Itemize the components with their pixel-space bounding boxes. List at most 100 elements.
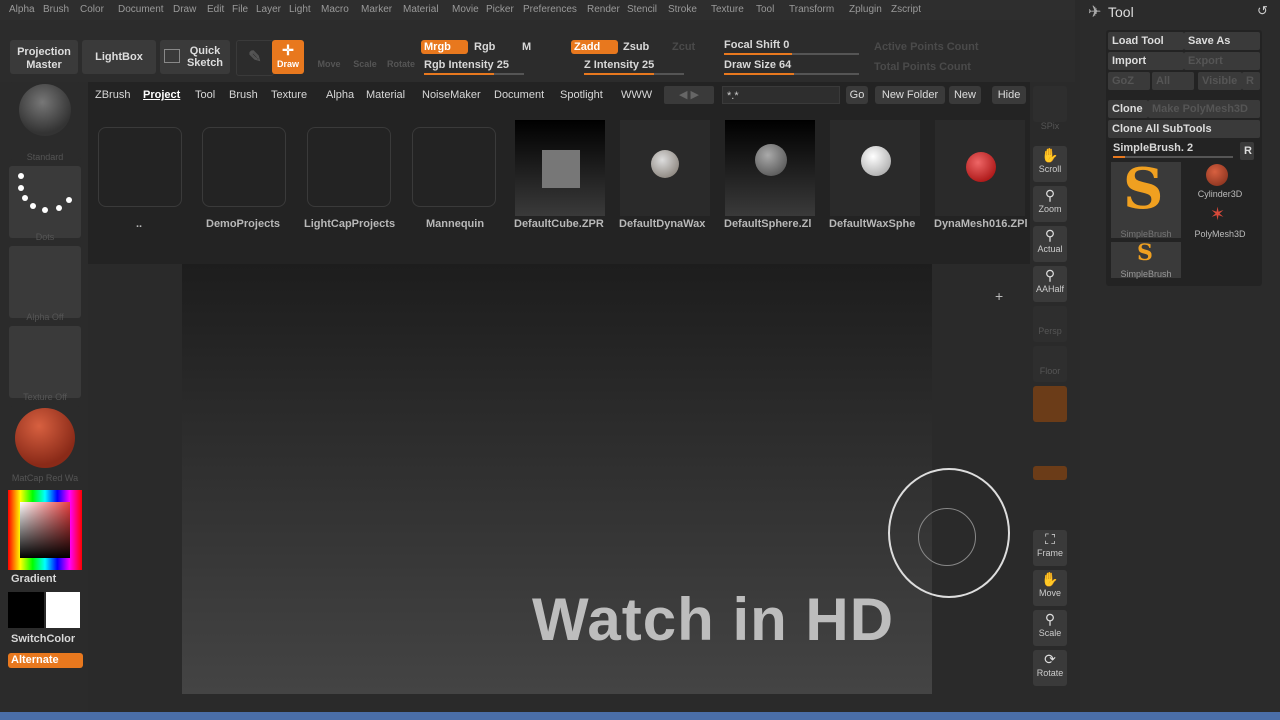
clone-button[interactable]: Clone [1108,100,1148,118]
menu-file[interactable]: File [232,4,248,15]
menu-brush[interactable]: Brush [43,4,69,15]
menu-draw[interactable]: Draw [173,4,196,15]
r-button-2[interactable]: R [1240,142,1254,160]
scale-mode-button[interactable]: Scale [348,40,382,74]
menu-movie[interactable]: Movie [452,4,479,15]
tab-noisemaker[interactable]: NoiseMaker [422,89,481,101]
projection-master-button[interactable]: Projection Master [10,40,78,74]
move-mode-button[interactable]: Move [312,40,346,74]
make-polymesh-button[interactable]: Make PolyMesh3D [1148,100,1260,118]
new-button[interactable]: New [949,86,981,104]
rgb-intensity-label[interactable]: Rgb Intensity 25 [424,59,509,71]
project-thumb-defaultdynawax[interactable] [620,120,710,216]
alpha-selector[interactable] [9,246,81,318]
tab-document[interactable]: Document [494,89,544,101]
menu-edit[interactable]: Edit [207,4,224,15]
menu-marker[interactable]: Marker [361,4,392,15]
brush-selector[interactable] [9,82,81,160]
menu-document[interactable]: Document [118,4,164,15]
project-thumb-defaultsphere[interactable] [725,120,815,216]
load-tool-button[interactable]: Load Tool [1108,32,1184,50]
menu-color[interactable]: Color [80,4,104,15]
floor-button[interactable]: Floor [1033,346,1067,382]
menu-stroke[interactable]: Stroke [668,4,697,15]
secondary-color-swatch[interactable] [46,592,80,628]
tab-alpha[interactable]: Alpha [326,89,354,101]
tool-thumb-simplebrush[interactable]: S [1111,156,1181,238]
visible-button[interactable]: Visible [1198,72,1242,90]
import-button[interactable]: Import [1108,52,1184,70]
tab-zbrush[interactable]: ZBrush [95,89,130,101]
draw-size-label[interactable]: Draw Size 64 [724,59,791,71]
menu-texture[interactable]: Texture [711,4,744,15]
r-button[interactable]: R [1242,72,1260,90]
aahalf-button[interactable]: ⚲ AAHalf [1033,266,1067,302]
color-square[interactable] [20,502,70,558]
polymesh3d-icon[interactable]: ✶ [1210,204,1225,225]
xyz-button[interactable] [1033,466,1067,480]
menu-tool[interactable]: Tool [756,4,774,15]
goz-button[interactable]: GoZ [1108,72,1150,90]
focal-shift-label[interactable]: Focal Shift 0 [724,39,789,51]
go-button[interactable]: Go [846,86,868,104]
new-folder-button[interactable]: New Folder [875,86,945,104]
zcut-button[interactable]: Zcut [672,41,695,53]
draw-button[interactable]: ✛ Draw [272,40,304,74]
tab-material[interactable]: Material [366,89,405,101]
texture-selector[interactable] [9,326,81,398]
project-thumb-defaultcube[interactable] [515,120,605,216]
color-picker[interactable] [8,490,82,570]
project-thumb-dynamesh016[interactable] [935,120,1025,216]
tab-www[interactable]: WWW [621,89,652,101]
clone-all-subtools-button[interactable]: Clone All SubTools [1108,120,1260,138]
nav-arrows[interactable]: ◀ ▶ [664,86,714,104]
hide-button[interactable]: Hide [992,86,1026,104]
actual-button[interactable]: ⚲ Actual [1033,226,1067,262]
menu-zplugin[interactable]: Zplugin [849,4,882,15]
menu-transform[interactable]: Transform [789,4,834,15]
gradient-button[interactable]: Gradient [11,573,56,585]
menu-material[interactable]: Material [403,4,439,15]
edit-mode-button[interactable]: ✎ [236,40,274,76]
folder-demoprojects[interactable] [202,127,286,207]
menu-light[interactable]: Light [289,4,311,15]
rgb-intensity-slider[interactable] [424,73,524,75]
switch-color-button[interactable]: SwitchColor [11,633,75,645]
mrgb-button[interactable]: Mrgb [421,40,468,54]
menu-stencil[interactable]: Stencil [627,4,657,15]
main-color-swatch[interactable] [8,592,44,628]
tab-texture[interactable]: Texture [271,89,307,101]
menu-layer[interactable]: Layer [256,4,281,15]
z-intensity-slider[interactable] [584,73,684,75]
rotate-mode-button[interactable]: Rotate [384,40,418,74]
folder-lightcapprojects[interactable] [307,127,391,207]
menu-preferences[interactable]: Preferences [523,4,577,15]
material-selector[interactable] [9,406,81,478]
scale-view-button[interactable]: ⚲ Scale [1033,610,1067,646]
quick-sketch-button[interactable]: Quick Sketch [160,40,230,74]
project-thumb-defaultwaxsphere[interactable] [830,120,920,216]
folder-mannequin[interactable] [412,127,496,207]
move-view-button[interactable]: ✋ Move [1033,570,1067,606]
m-button[interactable]: M [522,41,531,53]
persp-button[interactable]: Persp [1033,306,1067,342]
lightbox-button[interactable]: LightBox [82,40,156,74]
menu-picker[interactable]: Picker [486,4,514,15]
all-button[interactable]: All [1152,72,1194,90]
path-input[interactable]: *.* [722,86,840,104]
rgb-button[interactable]: Rgb [474,41,495,53]
frame-button[interactable]: ⛶ Frame [1033,530,1067,566]
menu-alpha[interactable]: Alpha [9,4,35,15]
tab-brush[interactable]: Brush [229,89,258,101]
stroke-selector[interactable] [9,166,81,238]
menu-render[interactable]: Render [587,4,620,15]
tab-tool[interactable]: Tool [195,89,215,101]
rotate-view-button[interactable]: ⟳ Rotate [1033,650,1067,686]
reset-icon[interactable]: ↺ [1257,3,1268,19]
zsub-button[interactable]: Zsub [623,41,649,53]
zoom-button[interactable]: ⚲ Zoom [1033,186,1067,222]
alternate-button[interactable]: Alternate [8,653,83,668]
scroll-button[interactable]: ✋ Scroll [1033,146,1067,182]
spix-button[interactable]: SPix [1033,86,1067,131]
tab-spotlight[interactable]: Spotlight [560,89,603,101]
